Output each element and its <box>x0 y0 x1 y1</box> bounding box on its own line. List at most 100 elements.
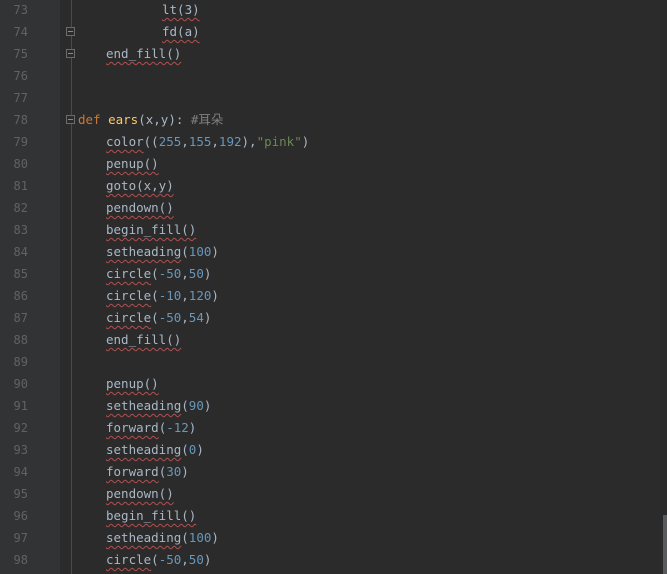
code-line[interactable]: 98 circle(-50,50) <box>0 549 667 571</box>
code-line[interactable]: 85 circle(-50,50) <box>0 263 667 285</box>
code-line[interactable]: 83 begin_fill() <box>0 219 667 241</box>
code-line[interactable]: 79 color((255,155,192),"pink") <box>0 131 667 153</box>
punctuation: , <box>181 134 189 149</box>
code-line[interactable]: 77 <box>0 87 667 109</box>
code-line[interactable]: 74 fd(a) <box>0 21 667 43</box>
code-line[interactable]: 89 <box>0 351 667 373</box>
number-literal: 90 <box>188 398 204 413</box>
code-line[interactable]: 84 setheading(100) <box>0 241 667 263</box>
code-line[interactable]: 73 lt(3) <box>0 0 667 21</box>
code-line[interactable]: 78 def ears(x,y): #耳朵 <box>0 109 667 131</box>
punctuation: ) <box>181 464 189 479</box>
code-line[interactable]: 97 setheading(100) <box>0 527 667 549</box>
fold-marker-icon[interactable] <box>66 115 75 124</box>
line-number: 91 <box>13 399 28 413</box>
code-line[interactable]: 95 pendown() <box>0 483 667 505</box>
line-number: 88 <box>13 333 28 347</box>
code-statement: goto(x,y) <box>106 178 174 193</box>
punctuation: ( <box>181 398 189 413</box>
code-statement: end_fill() <box>106 46 182 61</box>
code-statement: fd(a) <box>162 24 200 39</box>
code-text: circle(-50,50) <box>106 549 211 571</box>
code-line[interactable]: 87 circle(-50,54) <box>0 307 667 329</box>
code-line[interactable]: 93 setheading(0) <box>0 439 667 461</box>
code-text: goto(x,y) <box>106 175 174 197</box>
function-call: setheading <box>106 244 182 259</box>
code-text: pendown() <box>106 483 174 505</box>
line-number: 79 <box>13 135 28 149</box>
function-call: setheading <box>106 530 182 545</box>
code-text: pendown() <box>106 197 174 219</box>
number-literal: 100 <box>188 244 212 259</box>
number-literal: -50 <box>158 310 182 325</box>
number-literal: 50 <box>188 266 204 281</box>
function-call: circle <box>106 552 152 567</box>
punctuation: ), <box>241 134 257 149</box>
punctuation: ) <box>203 266 212 281</box>
code-line[interactable]: 90 penup() <box>0 373 667 395</box>
line-number: 93 <box>13 443 28 457</box>
line-number: 74 <box>13 25 28 39</box>
code-text: circle(-50,50) <box>106 263 211 285</box>
code-line[interactable]: 91 setheading(90) <box>0 395 667 417</box>
number-literal: 120 <box>188 288 212 303</box>
fold-marker-icon[interactable] <box>66 49 75 58</box>
code-comment: #耳朵 <box>190 112 224 127</box>
code-line[interactable]: 76 <box>0 65 667 87</box>
code-statement: penup() <box>106 376 159 391</box>
punctuation: ( <box>151 310 159 325</box>
code-line[interactable]: 82 pendown() <box>0 197 667 219</box>
code-line[interactable]: 88 end_fill() <box>0 329 667 351</box>
code-line[interactable]: 75 end_fill() <box>0 43 667 65</box>
line-number: 94 <box>13 465 28 479</box>
code-line[interactable]: 92 forward(-12) <box>0 417 667 439</box>
code-text: setheading(90) <box>106 395 211 417</box>
code-editor[interactable]: 73 lt(3) 74 fd(a) 75 end_fill() 76 77 78 def ears… <box>0 0 667 574</box>
function-call: setheading <box>106 442 182 457</box>
line-number: 92 <box>13 421 28 435</box>
code-statement: pendown() <box>106 200 174 215</box>
code-line[interactable]: 80 penup() <box>0 153 667 175</box>
code-text: fd(a) <box>162 21 200 43</box>
punctuation: ( <box>151 552 159 567</box>
function-call: circle <box>106 310 152 325</box>
punctuation: , <box>181 266 189 281</box>
fold-marker-icon[interactable] <box>66 27 75 36</box>
function-name: ears <box>108 112 139 127</box>
line-number: 83 <box>13 223 28 237</box>
code-text: penup() <box>106 153 159 175</box>
punctuation: ) <box>196 442 204 457</box>
code-text: penup() <box>106 373 159 395</box>
line-number: 95 <box>13 487 28 501</box>
line-number: 87 <box>13 311 28 325</box>
number-literal: 255 <box>158 134 182 149</box>
punctuation: ( <box>151 288 159 303</box>
line-number: 76 <box>13 69 28 83</box>
code-statement: penup() <box>106 156 159 171</box>
vertical-scrollbar[interactable] <box>663 515 667 574</box>
number-literal: -50 <box>158 266 182 281</box>
code-text: circle(-50,54) <box>106 307 211 329</box>
code-line[interactable]: 81 goto(x,y) <box>0 175 667 197</box>
function-call: setheading <box>106 398 182 413</box>
line-number: 84 <box>13 245 28 259</box>
function-call: forward <box>106 420 159 435</box>
code-line[interactable]: 96 begin_fill() <box>0 505 667 527</box>
number-literal: 192 <box>218 134 242 149</box>
code-text: lt(3) <box>162 0 200 21</box>
line-number: 96 <box>13 509 28 523</box>
line-number: 89 <box>13 355 28 369</box>
code-text: setheading(100) <box>106 241 219 263</box>
punctuation: ) <box>211 530 219 545</box>
line-number: 86 <box>13 289 28 303</box>
punctuation: (( <box>143 134 159 149</box>
number-literal: -12 <box>166 420 189 435</box>
number-literal: 50 <box>188 552 204 567</box>
function-call: color <box>106 134 144 149</box>
code-line[interactable]: 86 circle(-10,120) <box>0 285 667 307</box>
punctuation: , <box>181 552 189 567</box>
code-statement: begin_fill() <box>106 508 197 523</box>
punctuation: ( <box>151 266 159 281</box>
punctuation: ) <box>211 244 219 259</box>
code-line[interactable]: 94 forward(30) <box>0 461 667 483</box>
